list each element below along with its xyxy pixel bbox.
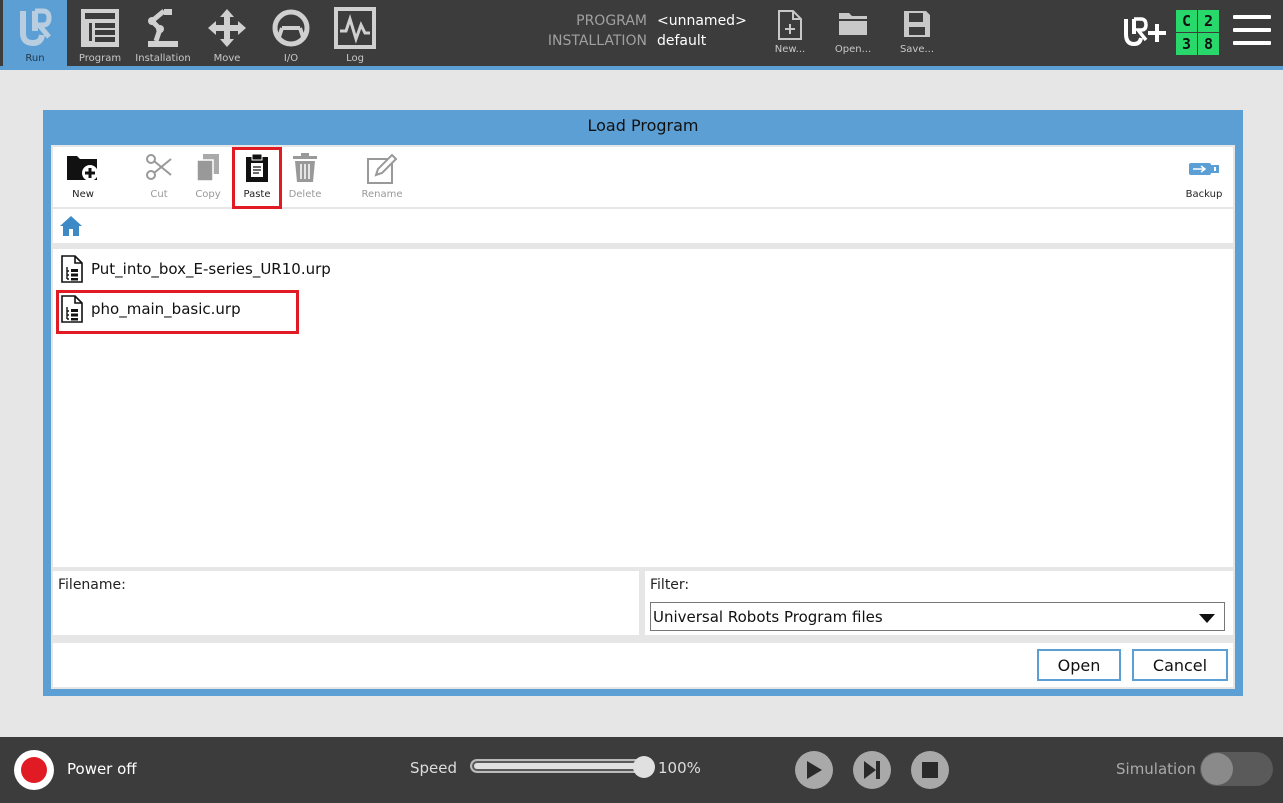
filename-panel: Filename: [53,571,639,635]
chevron-down-icon [1199,614,1215,623]
backup-label: Backup [1185,189,1223,200]
speed-label: Speed [410,759,458,777]
program-icon [81,9,119,47]
speed-slider[interactable] [470,759,652,773]
nav-move-tab[interactable]: Move [199,0,255,66]
nav-program-label: Program [78,53,122,64]
filter-dropdown[interactable]: Universal Robots Program files [650,602,1225,631]
file-toolbar: New Cut Copy Paste Delete Rename Backup [53,147,1233,207]
simulation-toggle-knob [1201,753,1233,785]
topbar-accent-line [0,66,1283,70]
nav-move-label: Move [213,53,241,64]
ur-plus-logo-icon[interactable] [1122,16,1166,48]
speed-value: 100% [658,759,701,777]
paste-highlight [232,147,282,209]
nav-log-label: Log [346,53,364,64]
copy-label: Copy [195,189,221,200]
dialog-body: New Cut Copy Paste Delete Rename Backup … [51,145,1235,689]
delete-button[interactable]: Delete [282,147,328,207]
delete-label: Delete [288,189,322,200]
simulation-label: Simulation [1116,760,1196,778]
usb-drive-icon [1189,163,1219,175]
filename-input[interactable] [58,603,628,629]
open-program-label: Open... [834,44,872,55]
rename-label: Rename [361,189,403,200]
filter-panel: Filter: Universal Robots Program files [645,571,1233,635]
play-button[interactable] [795,751,833,789]
open-button[interactable]: Open [1037,649,1121,681]
folder-icon [839,13,867,35]
program-label: PROGRAM [576,13,647,29]
step-forward-icon [864,761,880,779]
nav-io-tab[interactable]: I/O [263,0,319,66]
installation-label: INSTALLATION [547,33,647,49]
new-program-button[interactable]: New... [762,0,818,66]
speed-slider-handle[interactable] [633,756,655,778]
program-file-icon [61,255,83,283]
stop-icon [922,762,938,778]
counter-cell: 3 [1176,33,1197,55]
save-program-label: Save... [899,44,935,55]
save-icon [904,11,930,37]
backup-button[interactable]: Backup [1181,147,1227,207]
dialog-button-bar: Open Cancel [53,643,1233,687]
speed-slider-fill [474,763,642,769]
simulation-toggle[interactable] [1200,752,1273,786]
bottom-bar: Power off Speed 100% Simulation [0,737,1283,803]
filename-label: Filename: [58,577,126,593]
new-folder-label: New [72,189,94,200]
rename-button[interactable]: Rename [355,147,409,207]
cut-label: Cut [150,189,168,200]
installation-name: default [657,33,707,49]
nav-installation-tab[interactable]: Installation [133,0,193,66]
power-label: Power off [67,760,137,778]
nav-log-tab[interactable]: Log [327,0,383,66]
counter-cell: C [1176,10,1197,32]
cancel-button[interactable]: Cancel [1132,649,1228,681]
new-folder-button[interactable]: New [57,147,109,207]
load-program-dialog: Load Program New Cut Copy Paste Delete R… [43,110,1243,696]
file-list-item[interactable]: Put_into_box_E-series_UR10.urp [61,251,331,287]
stop-button[interactable] [911,751,949,789]
file-highlight [56,290,299,334]
home-icon[interactable] [59,215,83,237]
trash-icon [293,153,317,182]
power-status-icon [21,757,47,783]
scissors-icon [146,154,172,180]
hamburger-menu-icon[interactable] [1233,15,1271,49]
top-bar: Run Program Installation Move I/O Log PR… [0,0,1283,66]
log-icon [334,7,376,49]
filter-selected-value: Universal Robots Program files [653,608,883,626]
status-counter: C 2 3 8 [1176,10,1219,56]
step-button[interactable] [853,751,891,789]
robot-arm-icon [148,9,178,47]
nav-installation-label: Installation [135,53,191,64]
counter-cell: 8 [1198,33,1219,55]
filter-label: Filter: [650,577,690,593]
counter-cell: 2 [1198,10,1219,32]
dialog-title: Load Program [587,116,699,135]
io-icon [272,9,310,47]
path-breadcrumb [53,209,1233,243]
copy-icon [196,154,219,182]
power-button[interactable] [14,750,54,790]
program-name: <unnamed> [657,13,747,29]
copy-button[interactable]: Copy [185,147,231,207]
nav-io-label: I/O [283,53,299,64]
cut-button[interactable]: Cut [136,147,182,207]
play-icon [807,761,822,779]
nav-run-tab[interactable]: Run [3,0,67,66]
new-program-label: New... [774,44,806,55]
new-file-icon [778,10,802,40]
move-arrows-icon [208,9,246,47]
save-program-button[interactable]: Save... [889,0,945,66]
open-program-button[interactable]: Open... [825,0,881,66]
rename-pencil-icon [367,153,398,184]
nav-program-tab[interactable]: Program [71,0,129,66]
nav-run-label: Run [25,53,45,64]
file-name: Put_into_box_E-series_UR10.urp [91,260,331,278]
ur-logo-icon [20,8,52,47]
new-folder-icon [67,156,98,181]
